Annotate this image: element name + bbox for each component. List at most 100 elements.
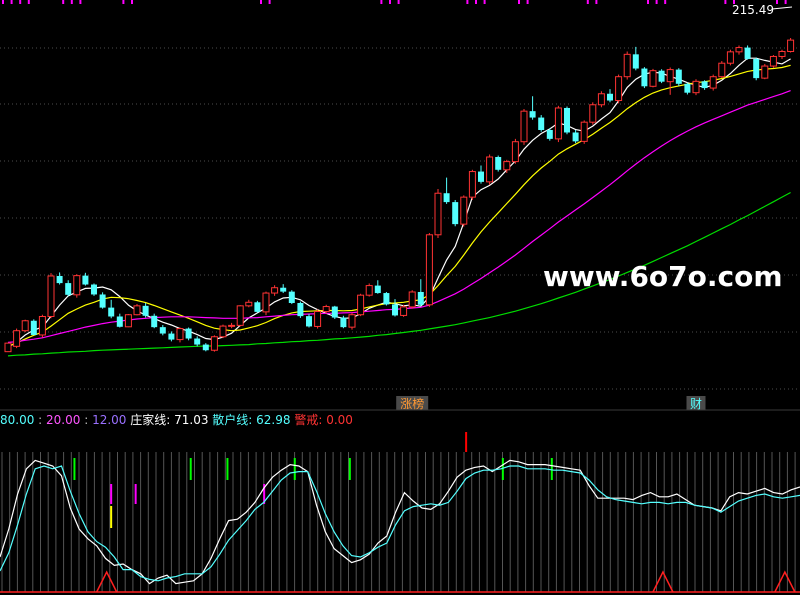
candlestick[interactable] xyxy=(554,105,562,143)
candlestick[interactable] xyxy=(425,233,433,307)
candlestick[interactable] xyxy=(168,331,175,342)
candlestick[interactable] xyxy=(21,319,29,333)
candlestick[interactable] xyxy=(753,57,760,81)
candlestick[interactable] xyxy=(572,129,579,144)
candlestick[interactable] xyxy=(787,37,795,53)
candlestick[interactable] xyxy=(666,67,674,95)
candle-body xyxy=(572,132,579,142)
candlestick[interactable] xyxy=(607,89,613,103)
top-marker xyxy=(475,0,477,4)
candlestick[interactable] xyxy=(65,280,72,297)
candlestick[interactable] xyxy=(520,109,528,145)
candlestick[interactable] xyxy=(529,96,536,120)
candlestick[interactable] xyxy=(383,291,390,306)
candlestick[interactable] xyxy=(744,45,751,60)
candle-body xyxy=(529,111,536,118)
candlestick[interactable] xyxy=(73,274,81,298)
candlestick[interactable] xyxy=(262,291,270,316)
candlestick[interactable] xyxy=(271,285,279,296)
candlestick[interactable] xyxy=(288,290,295,305)
candlestick[interactable] xyxy=(30,319,37,336)
candlestick[interactable] xyxy=(13,328,21,349)
candlestick[interactable] xyxy=(185,327,192,341)
candle-body xyxy=(615,76,623,102)
candlestick[interactable] xyxy=(564,106,570,135)
candlestick[interactable] xyxy=(306,314,312,328)
candlestick[interactable] xyxy=(236,305,244,327)
candlestick[interactable] xyxy=(210,335,218,352)
candlestick[interactable] xyxy=(47,273,55,319)
candlestick[interactable] xyxy=(408,290,416,309)
candlestick[interactable] xyxy=(365,283,373,297)
candlestick[interactable] xyxy=(108,299,115,319)
candle-body xyxy=(417,291,424,305)
candlestick[interactable] xyxy=(761,63,769,80)
candlestick[interactable] xyxy=(142,302,149,318)
candlestick[interactable] xyxy=(495,155,502,172)
candlestick[interactable] xyxy=(538,115,545,132)
candlestick[interactable] xyxy=(99,292,106,309)
candlestick[interactable] xyxy=(658,69,665,84)
candlestick[interactable] xyxy=(434,188,442,238)
candlestick[interactable] xyxy=(649,68,657,88)
candlestick[interactable] xyxy=(589,102,597,125)
candlestick[interactable] xyxy=(245,299,253,308)
candlestick[interactable] xyxy=(692,79,700,96)
candlestick[interactable] xyxy=(632,46,639,71)
candlestick[interactable] xyxy=(478,165,484,184)
candlestick[interactable] xyxy=(778,49,786,59)
candlestick[interactable] xyxy=(392,299,398,317)
candlestick[interactable] xyxy=(116,313,123,328)
candlestick[interactable] xyxy=(709,74,717,91)
candlestick[interactable] xyxy=(133,304,141,316)
candlestick[interactable] xyxy=(151,313,158,329)
candlestick[interactable] xyxy=(452,199,459,227)
candlestick[interactable] xyxy=(280,284,287,294)
candlestick[interactable] xyxy=(443,177,450,204)
candlestick[interactable] xyxy=(340,315,347,329)
candlestick[interactable] xyxy=(194,336,201,347)
candlestick[interactable] xyxy=(580,120,588,144)
candlestick[interactable] xyxy=(546,128,553,141)
candlestick[interactable] xyxy=(511,138,519,164)
candlestick[interactable] xyxy=(684,82,691,95)
candlestick[interactable] xyxy=(202,343,209,352)
candlestick[interactable] xyxy=(597,91,605,108)
candlestick[interactable] xyxy=(176,327,184,343)
candlestick[interactable] xyxy=(219,324,227,339)
candlestick[interactable] xyxy=(91,283,97,296)
candlestick[interactable] xyxy=(159,325,166,336)
stock-chart[interactable]: 215.49 www.6o7o.com 涨榜 财 80.00 : 20.00 : … xyxy=(0,0,800,595)
candlestick[interactable] xyxy=(623,51,631,80)
candlestick[interactable] xyxy=(675,68,682,86)
candlestick[interactable] xyxy=(228,322,236,329)
candlestick[interactable] xyxy=(297,301,304,318)
candlestick[interactable] xyxy=(701,80,708,90)
candlestick[interactable] xyxy=(38,314,46,338)
top-marker xyxy=(647,0,649,4)
candlestick[interactable] xyxy=(641,67,648,89)
candlestick[interactable] xyxy=(468,169,476,200)
candlestick[interactable] xyxy=(769,55,777,68)
candlestick[interactable] xyxy=(348,312,356,330)
candlestick[interactable] xyxy=(254,300,261,313)
candlestick[interactable] xyxy=(314,309,322,329)
candlestick[interactable] xyxy=(357,293,365,317)
candlestick[interactable] xyxy=(726,49,734,66)
candlestick[interactable] xyxy=(735,45,743,55)
candlestick[interactable] xyxy=(331,305,338,319)
candle-body xyxy=(486,156,494,183)
candlestick[interactable] xyxy=(56,272,63,285)
candlestick[interactable] xyxy=(615,74,623,104)
candlestick[interactable] xyxy=(124,314,132,328)
candlestick[interactable] xyxy=(400,304,408,317)
candlestick[interactable] xyxy=(460,195,468,227)
candlestick[interactable] xyxy=(718,61,726,79)
candlestick[interactable] xyxy=(82,272,89,286)
candlestick[interactable] xyxy=(417,279,424,307)
candlestick[interactable] xyxy=(374,280,381,294)
candlestick[interactable] xyxy=(503,159,511,173)
candle-body xyxy=(468,171,476,198)
candlestick[interactable] xyxy=(4,342,12,353)
candlestick[interactable] xyxy=(486,154,494,185)
